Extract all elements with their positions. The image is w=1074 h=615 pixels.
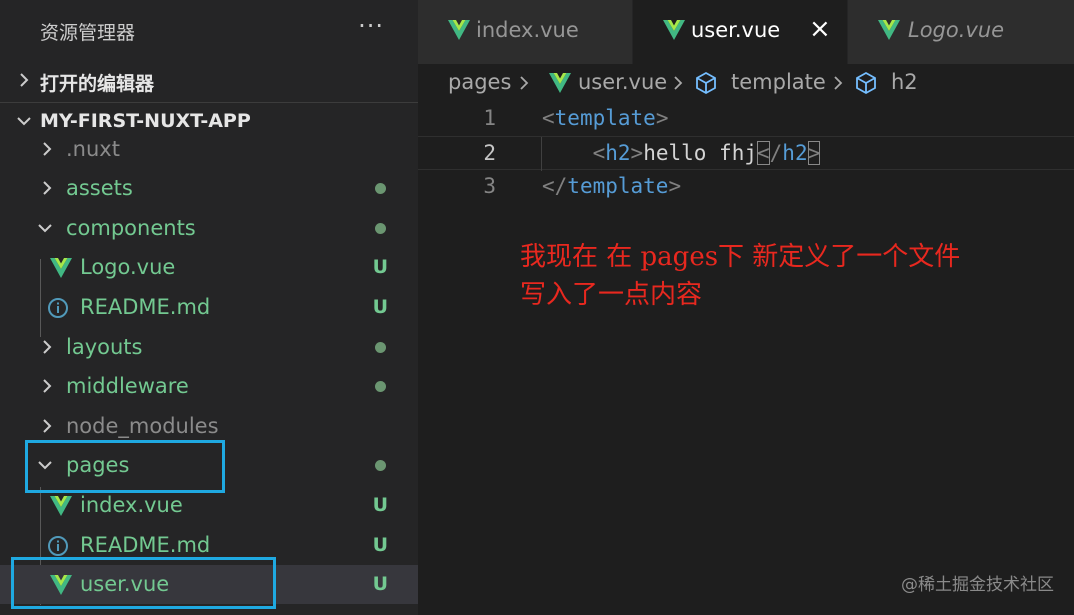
more-actions-button[interactable]: ···	[358, 12, 384, 40]
code-content: </template>	[542, 174, 681, 198]
tab-index-vue[interactable]: index.vue	[418, 0, 633, 64]
code-line-current[interactable]: 2 <h2>hello fhj</h2>	[418, 136, 1074, 171]
chevron-down-icon	[38, 224, 52, 233]
code-punct: >	[668, 174, 682, 198]
tree-item-label: Logo.vue	[80, 255, 176, 279]
chevron-right-icon	[43, 419, 52, 433]
vue-file-icon	[878, 20, 900, 40]
code-line[interactable]: 3 </template>	[418, 170, 1074, 204]
tree-item-label: .nuxt	[66, 137, 120, 161]
modified-dot	[375, 342, 386, 353]
tab-label: Logo.vue	[908, 18, 1005, 42]
explorer-header: 资源管理器 ···	[0, 0, 418, 62]
code-punct: >	[655, 106, 669, 130]
code-line[interactable]: 1 <template>	[418, 102, 1074, 136]
tree-item-assets[interactable]: assets	[0, 169, 418, 208]
vue-file-icon	[663, 20, 685, 40]
editor-tabs: index.vue user.vue × Logo.vue	[418, 0, 1074, 64]
breadcrumb-symbol-template[interactable]: template	[731, 70, 826, 94]
tree-item-label: layouts	[66, 335, 143, 359]
tree-item-components[interactable]: components	[0, 209, 418, 248]
chevron-right-icon	[43, 379, 52, 393]
tab-label: user.vue	[691, 18, 781, 42]
highlight-box-pages	[25, 440, 225, 493]
annotation-line-1: 我现在 在 pages下 新定义了一个文件	[520, 242, 961, 272]
code-punct: >	[807, 141, 821, 165]
tree-item-logo-vue[interactable]: Logo.vue U	[0, 248, 418, 287]
code-content: <h2>hello fhj</h2>	[542, 141, 821, 165]
breadcrumb-file[interactable]: user.vue	[578, 70, 667, 94]
tree-item-layouts[interactable]: layouts	[0, 328, 418, 367]
code-punct: >	[630, 141, 644, 165]
tree-item-label: assets	[66, 176, 133, 200]
code-punct: /	[769, 141, 783, 165]
tree-item-label: middleware	[66, 374, 189, 398]
watermark: @稀土掘金技术社区	[901, 575, 1054, 595]
explorer-sidebar: 资源管理器 ··· 打开的编辑器 MY-FIRST-NUXT-APP .nuxt…	[0, 0, 418, 615]
code-tag: h2	[782, 141, 808, 165]
tree-item-label: node_modules	[66, 414, 219, 438]
tree-item-label: README.md	[80, 295, 211, 319]
chevron-right-icon	[20, 73, 29, 87]
chevron-right-icon	[520, 76, 529, 90]
code-content: <template>	[542, 106, 668, 130]
tab-logo-vue[interactable]: Logo.vue	[848, 0, 1074, 64]
open-editors-label: 打开的编辑器	[40, 73, 155, 95]
code-tag: h2	[605, 141, 631, 165]
breadcrumb: pages user.vue template h2	[418, 64, 1074, 102]
open-editors-section[interactable]: 打开的编辑器	[0, 62, 418, 102]
chevron-right-icon	[43, 181, 52, 195]
vue-file-icon	[50, 496, 72, 516]
vue-file-icon	[448, 20, 470, 40]
chevron-right-icon	[674, 76, 683, 90]
line-number: 2	[483, 141, 496, 165]
chevron-down-icon	[17, 117, 31, 126]
tree-item-label: README.md	[80, 533, 211, 557]
line-number: 1	[483, 106, 496, 130]
tree-item-readme[interactable]: README.md U	[0, 288, 418, 327]
tab-label: index.vue	[476, 18, 579, 42]
code-punct: </	[542, 174, 568, 198]
untracked-badge: U	[372, 296, 388, 318]
highlight-box-user-vue	[11, 557, 276, 609]
modified-dot	[375, 183, 386, 194]
code-punct: <	[542, 106, 555, 130]
symbol-class-icon	[696, 71, 716, 95]
chevron-right-icon	[43, 142, 52, 156]
code-punct: <	[756, 141, 770, 165]
info-icon	[48, 536, 68, 556]
symbol-class-icon	[856, 71, 876, 95]
tab-user-vue[interactable]: user.vue ×	[633, 0, 848, 64]
project-label: MY-FIRST-NUXT-APP	[40, 110, 251, 132]
code-editor[interactable]: 1 <template> 2 <h2>hello fhj</h2> 3 </te…	[418, 102, 1074, 615]
line-number: 3	[483, 174, 496, 198]
explorer-title: 资源管理器	[40, 22, 136, 44]
chevron-right-icon	[43, 340, 52, 354]
untracked-badge: U	[372, 534, 388, 556]
vue-file-icon	[50, 258, 72, 278]
code-tag: template	[567, 174, 669, 198]
modified-dot	[375, 223, 386, 234]
tree-item-label: index.vue	[80, 493, 183, 517]
code-text: hello fhj	[643, 141, 757, 165]
code-tag: template	[554, 106, 656, 130]
code-punct: <	[592, 141, 606, 165]
breadcrumb-folder[interactable]: pages	[448, 70, 511, 94]
untracked-badge: U	[372, 256, 388, 278]
annotation-line-2: 写入了一点内容	[520, 280, 703, 310]
tree-item-label: components	[66, 216, 196, 240]
untracked-badge: U	[372, 494, 388, 516]
modified-dot	[375, 381, 386, 392]
untracked-badge: U	[372, 573, 388, 595]
tree-item-nuxt[interactable]: .nuxt	[0, 130, 418, 169]
close-icon[interactable]: ×	[809, 14, 831, 44]
modified-dot	[375, 460, 386, 471]
chevron-right-icon	[834, 76, 843, 90]
breadcrumb-symbol-h2[interactable]: h2	[891, 70, 918, 94]
tree-item-middleware[interactable]: middleware	[0, 367, 418, 406]
info-icon	[48, 298, 68, 318]
vue-file-icon	[549, 73, 571, 93]
